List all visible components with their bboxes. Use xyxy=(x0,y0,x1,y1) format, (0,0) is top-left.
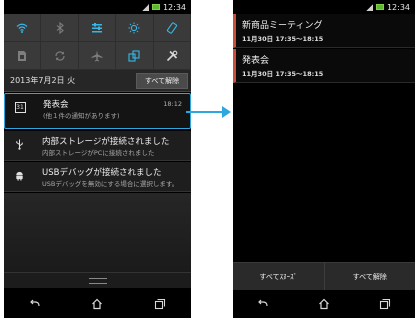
quick-settings-panel xyxy=(4,14,191,70)
back-icon xyxy=(30,299,40,307)
home-icon xyxy=(92,298,103,310)
alert-action-bar: すべてｽﾇｰｽﾞ すべて解除 xyxy=(233,262,415,290)
notification-item-usb-debug[interactable]: USBデバッグが接続されました USBデバッグを無効にする場合に選択します。 xyxy=(4,162,191,192)
airplane-icon[interactable] xyxy=(78,42,117,70)
back-button[interactable] xyxy=(23,294,47,314)
dismiss-all-button[interactable]: すべて解除 xyxy=(325,263,416,290)
back-icon xyxy=(258,299,268,307)
home-icon xyxy=(319,298,329,310)
shade-drag-handle[interactable] xyxy=(4,272,191,288)
event-title: 発表会 xyxy=(242,56,270,66)
status-bar: 12:34 xyxy=(233,0,415,14)
status-time: 12:34 xyxy=(386,2,410,12)
callout-arrow-head xyxy=(222,106,231,118)
screen-mirror-icon[interactable] xyxy=(116,42,154,70)
battery-icon xyxy=(151,4,160,10)
home-button[interactable] xyxy=(312,294,336,314)
recent-apps-button[interactable] xyxy=(148,294,172,314)
date-label: 2013年7月2日 火 xyxy=(10,76,76,85)
notification-title: 発表会 xyxy=(43,100,69,110)
brightness-icon[interactable] xyxy=(116,14,154,42)
wifi-icon[interactable] xyxy=(4,14,42,42)
navigation-bar xyxy=(4,290,191,318)
status-bar: 12:34 xyxy=(4,0,191,14)
sliders-icon[interactable] xyxy=(78,14,117,42)
event-time: 11月30日 17:35～18:15 xyxy=(242,70,324,78)
event-alert-item[interactable]: 新商品ミーティング 11月30日 17:35～18:15 xyxy=(233,14,415,48)
snooze-all-button[interactable]: すべてｽﾇｰｽﾞ xyxy=(233,263,325,290)
recent-apps-icon xyxy=(154,298,165,310)
notification-title: USBデバッグが接続されました xyxy=(42,168,162,178)
home-button[interactable] xyxy=(85,294,109,314)
clear-all-button[interactable]: すべて解除 xyxy=(136,73,188,89)
navigation-bar xyxy=(233,290,415,318)
bluetooth-icon[interactable] xyxy=(41,14,79,42)
android-icon xyxy=(12,168,26,182)
battery-icon xyxy=(375,4,384,10)
status-time: 12:34 xyxy=(162,2,186,12)
date-row: 2013年7月2日 火 すべて解除 xyxy=(4,70,191,92)
callout-arrow-line xyxy=(186,111,224,113)
notification-item-event[interactable]: 31 発表会 (他１件の通知があります) 18:12 xyxy=(4,93,191,129)
sync-icon[interactable] xyxy=(41,42,79,70)
notification-item-storage[interactable]: 内部ストレージが接続されました 内部ストレージがPCに接続されました xyxy=(4,131,191,161)
notification-subtitle: 内部ストレージがPCに接続されました xyxy=(42,149,155,157)
usb-icon xyxy=(12,137,26,151)
calendar-alert-screen: 12:34 新商品ミーティング 11月30日 17:35～18:15 発表会 1… xyxy=(233,0,415,318)
notification-shade-screen: 12:34 2013年7月2日 火 すべて解除 31 発表会 (他１件の通知があ… xyxy=(4,0,191,318)
calendar-icon: 31 xyxy=(14,101,26,113)
rotation-icon[interactable] xyxy=(153,14,191,42)
notification-subtitle: USBデバッグを無効にする場合に選択します。 xyxy=(42,180,179,188)
event-title: 新商品ミーティング xyxy=(242,21,323,31)
signal-icon xyxy=(365,3,373,11)
back-button[interactable] xyxy=(251,294,275,314)
shade-background xyxy=(4,193,191,275)
event-alert-item[interactable]: 発表会 11月30日 17:35～18:15 xyxy=(233,49,415,83)
sim-icon[interactable] xyxy=(4,42,42,70)
notification-title: 内部ストレージが接続されました xyxy=(42,137,170,147)
recent-apps-button[interactable] xyxy=(373,294,397,314)
event-time: 11月30日 17:35～18:15 xyxy=(242,35,324,43)
recent-apps-icon xyxy=(379,298,390,310)
signal-icon xyxy=(141,3,149,11)
notification-time: 18:12 xyxy=(163,100,182,108)
notification-subtitle: (他１件の通知があります) xyxy=(43,112,120,120)
settings-tools-icon[interactable] xyxy=(153,42,191,70)
